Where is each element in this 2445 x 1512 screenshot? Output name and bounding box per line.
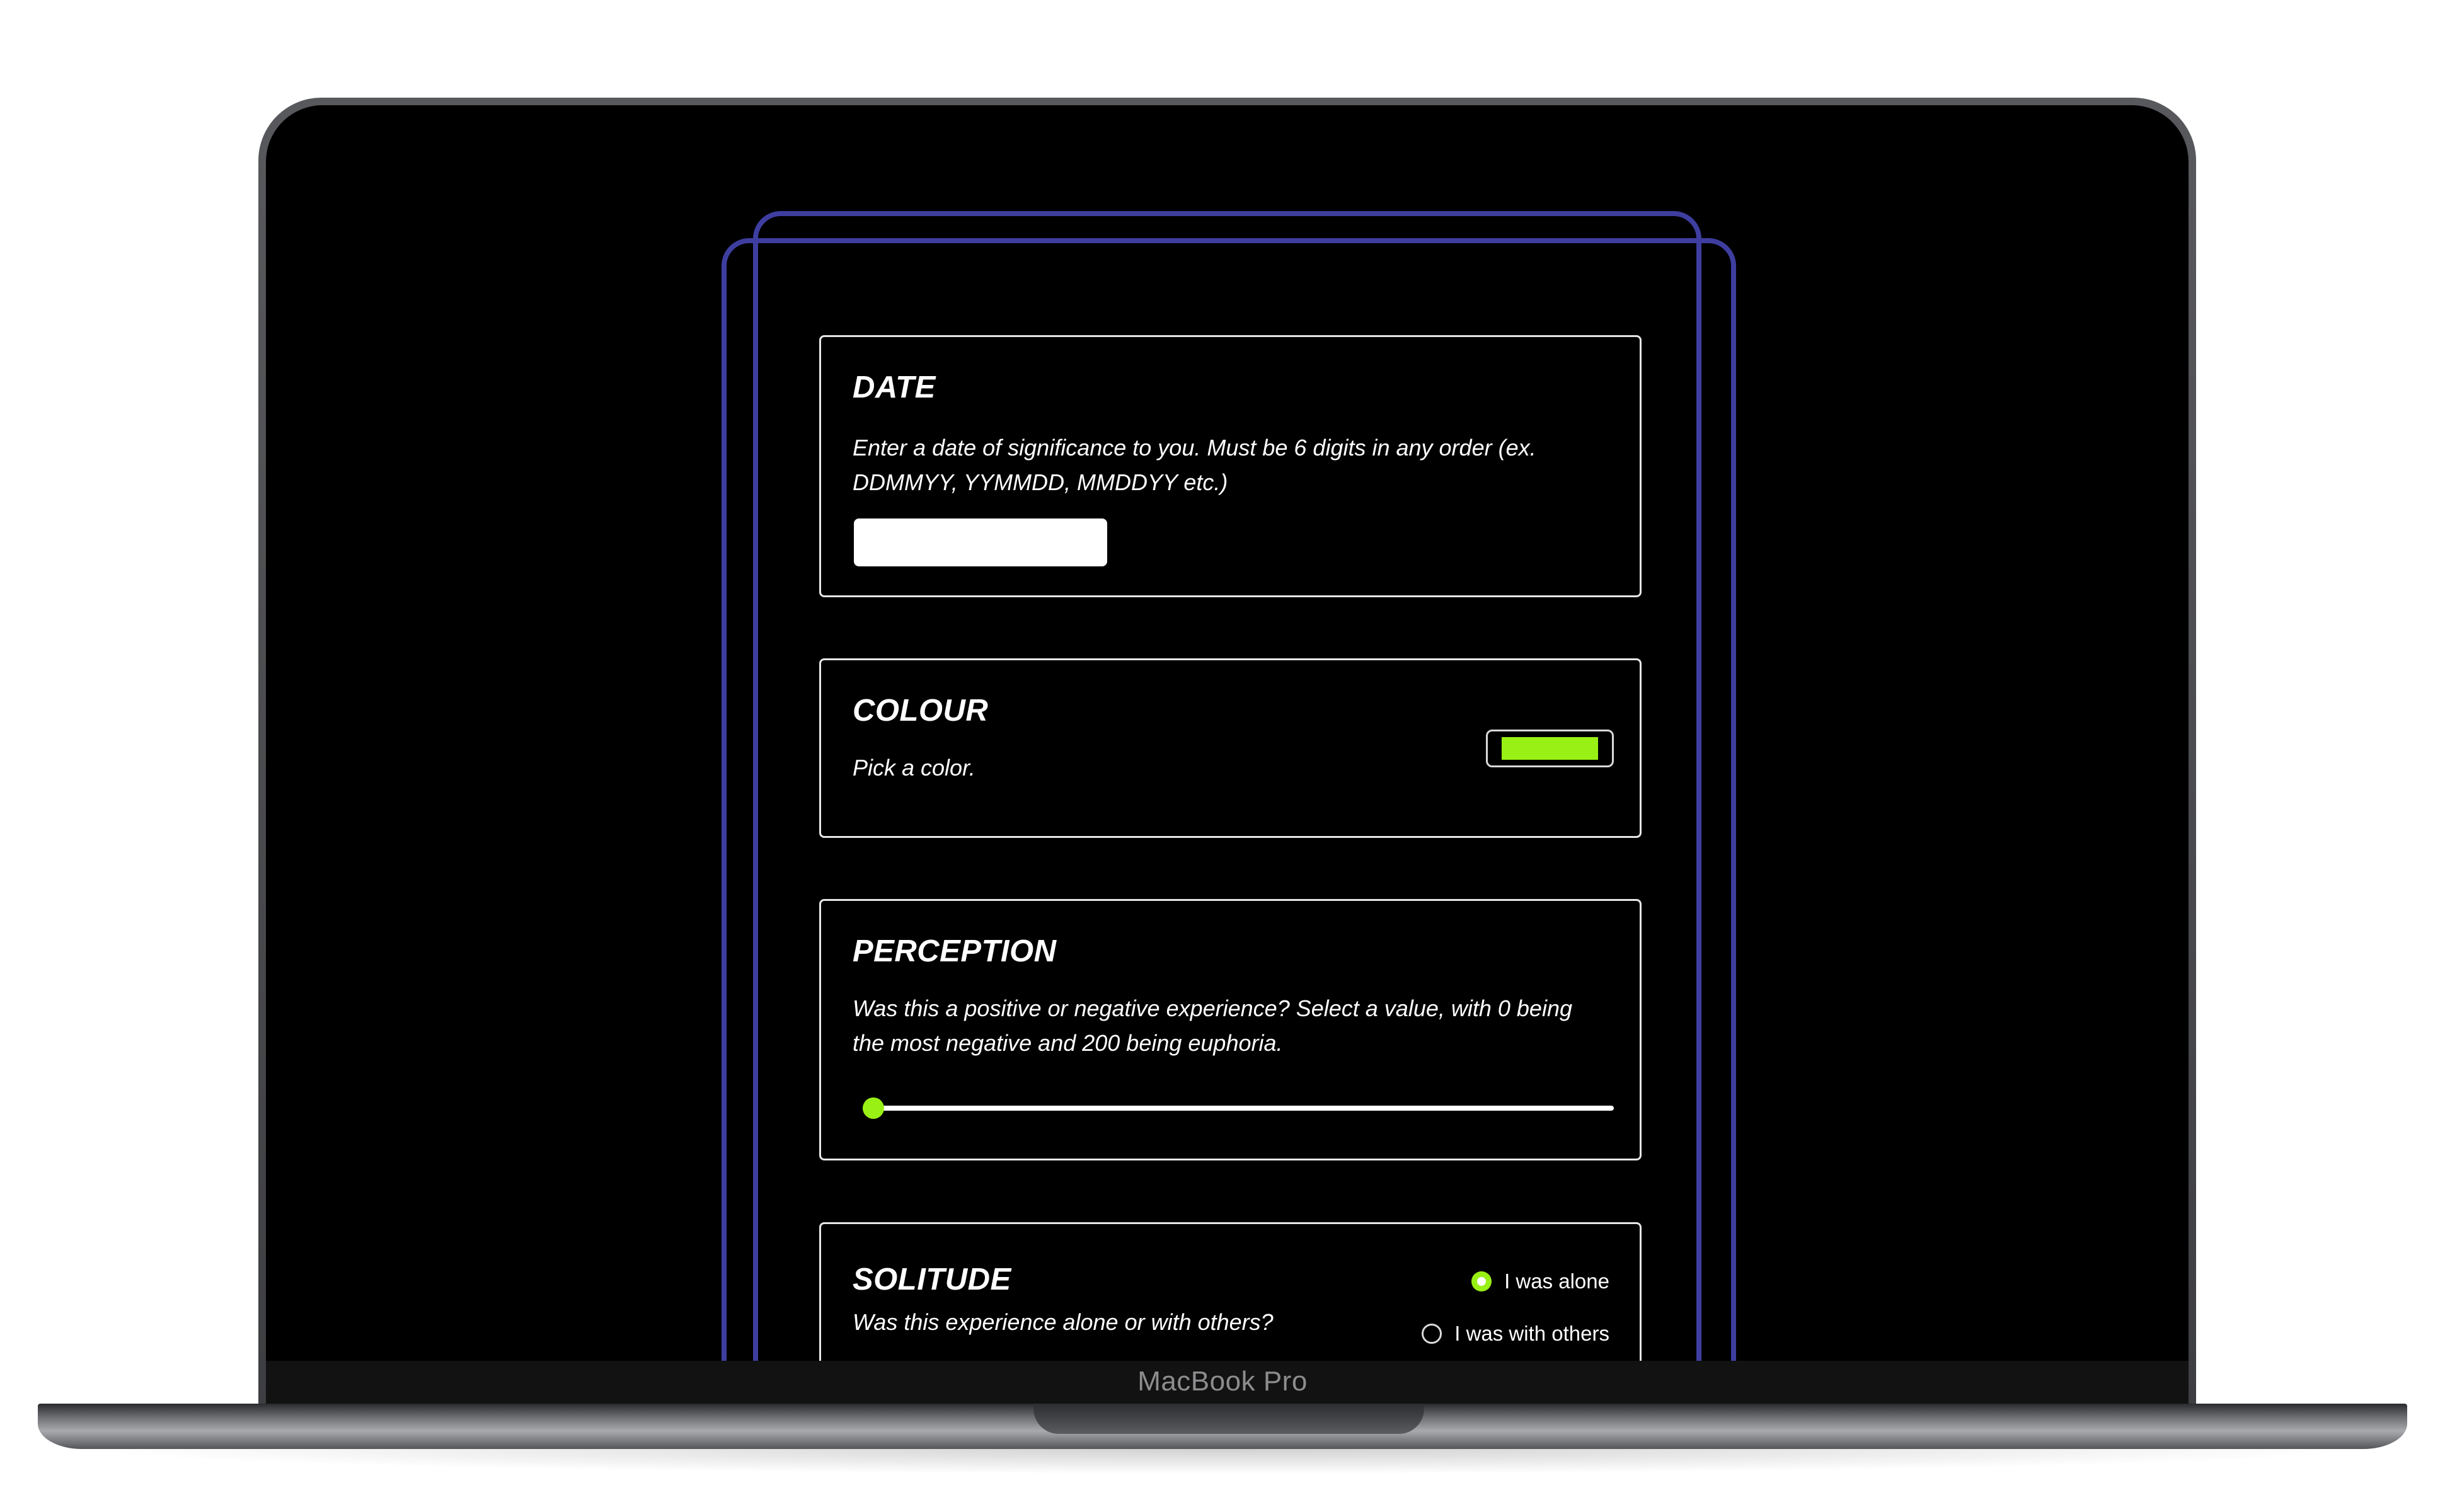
radio-option-others[interactable]: I was with others [1422,1322,1609,1346]
date-card: DATE Enter a date of significance to you… [819,335,1642,597]
perception-slider-track[interactable] [863,1106,1614,1111]
date-title: DATE [853,370,936,404]
perception-slider-thumb[interactable] [863,1097,884,1119]
perception-title: PERCEPTION [853,934,1057,968]
date-description: Enter a date of significance to you. Mus… [853,435,1536,495]
radio-alone-label: I was alone [1504,1269,1609,1293]
colour-title: COLOUR [853,694,989,728]
colour-description: Pick a color. [853,755,975,781]
color-picker[interactable] [1486,730,1614,767]
radio-option-alone[interactable]: I was alone [1471,1269,1609,1293]
radio-others[interactable] [1422,1324,1442,1344]
laptop-opening-notch [1033,1404,1424,1434]
device-label: MacBook Pro [1137,1366,1308,1397]
perception-card: PERCEPTION Was this a positive or negati… [819,899,1642,1160]
radio-others-label: I was with others [1454,1322,1609,1345]
radio-alone[interactable] [1471,1271,1492,1292]
laptop-shadow [76,1449,2369,1474]
color-picker-fill [1502,737,1598,760]
colour-card: COLOUR Pick a color. [819,658,1642,838]
perception-description: Was this a positive or negative experien… [853,995,1572,1056]
date-input[interactable] [854,518,1107,566]
solitude-title: SOLITUDE [853,1263,1011,1297]
solitude-description: Was this experience alone or with others… [853,1309,1274,1335]
